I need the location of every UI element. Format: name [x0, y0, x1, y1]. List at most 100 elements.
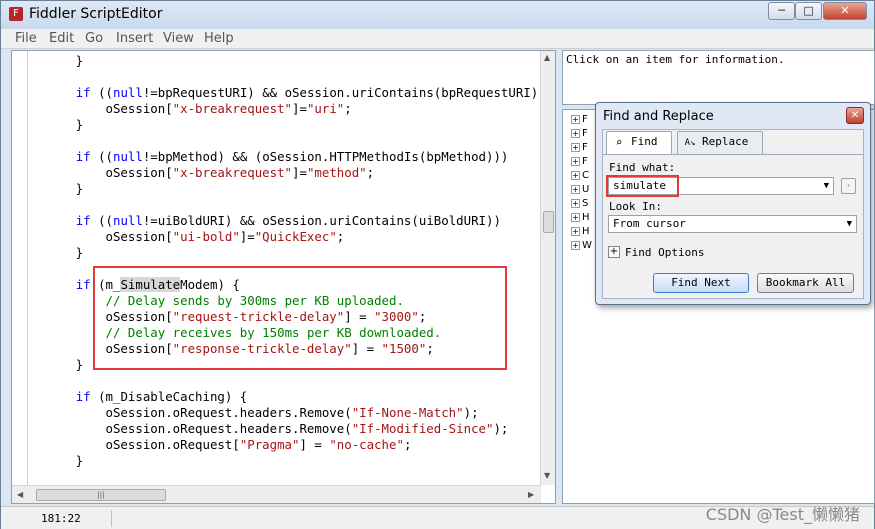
code-token: "uri": [306, 101, 345, 116]
code-line[interactable]: }: [16, 181, 83, 197]
tree-item[interactable]: + F: [571, 156, 588, 168]
scroll-right-icon[interactable]: ▶: [528, 490, 534, 499]
code-editor[interactable]: } if ((null!=bpRequestURI) && oSession.u…: [11, 50, 556, 504]
scroll-up-icon[interactable]: ▲: [544, 53, 550, 62]
tree-item[interactable]: + C: [571, 170, 589, 182]
code-line[interactable]: if ((null!=bpMethod) && (oSession.HTTPMe…: [16, 149, 509, 165]
code-token: oSession.oRequest.headers.Remove(: [16, 421, 352, 436]
fiddler-app-icon: F: [9, 7, 23, 21]
horizontal-scrollbar[interactable]: ◀ ||| ▶: [12, 485, 541, 503]
code-token: null: [113, 85, 143, 100]
code-line[interactable]: }: [16, 117, 83, 133]
expand-icon[interactable]: +: [571, 226, 580, 236]
code-token: oSession.oRequest[: [16, 437, 240, 452]
scroll-down-icon[interactable]: ▼: [544, 471, 550, 480]
expand-icon[interactable]: +: [571, 128, 580, 138]
dialog-close-button[interactable]: ✕: [846, 107, 864, 124]
code-token: ((: [90, 213, 113, 228]
code-line[interactable]: oSession["x-breakrequest"]="method";: [16, 165, 375, 181]
code-token: ((: [90, 149, 113, 164]
vertical-scroll-thumb[interactable]: [543, 211, 554, 233]
code-token: if: [75, 85, 91, 100]
code-token: "Pragma": [239, 437, 300, 452]
tab-replace[interactable]: A↘ Replace: [677, 131, 763, 154]
expand-icon[interactable]: +: [571, 198, 580, 208]
tree-item[interactable]: + H: [571, 226, 590, 238]
code-line[interactable]: oSession.oRequest["Pragma"] = "no-cache"…: [16, 437, 412, 453]
code-line[interactable]: }: [16, 245, 83, 261]
code-token: ;: [336, 229, 345, 244]
dialog-body: ⌕ Find A↘ Replace Find what: simulate ▼ …: [602, 129, 864, 299]
code-token: ;: [366, 165, 375, 180]
vertical-scrollbar[interactable]: ▲ ▼: [540, 51, 555, 485]
code-token: if: [75, 277, 91, 292]
code-line[interactable]: oSession.oRequest.headers.Remove("If-Mod…: [16, 421, 509, 437]
code-token: ]=: [292, 101, 307, 116]
expand-icon[interactable]: +: [571, 212, 580, 222]
dropdown-arrow-icon[interactable]: ▼: [824, 178, 829, 194]
menu-insert[interactable]: Insert: [116, 31, 153, 46]
menu-go[interactable]: Go: [85, 31, 103, 46]
code-line[interactable]: if (m_DisableCaching) {: [16, 389, 248, 405]
code-token: oSession[: [16, 229, 173, 244]
find-options-label[interactable]: Find Options: [625, 246, 704, 259]
find-what-label: Find what:: [609, 161, 676, 174]
expand-icon[interactable]: +: [571, 156, 580, 166]
expand-icon[interactable]: +: [571, 170, 580, 180]
tree-item[interactable]: + F: [571, 128, 588, 140]
code-token: "x-breakrequest": [172, 165, 293, 180]
code-line[interactable]: if ((null!=uiBoldURI) && oSession.uriCon…: [16, 213, 501, 229]
menu-view[interactable]: View: [163, 31, 194, 46]
tree-item[interactable]: + U: [571, 184, 589, 196]
code-token: ]=: [239, 229, 255, 244]
code-line[interactable]: oSession["ui-bold"]="QuickExec";: [16, 229, 345, 245]
find-next-button[interactable]: Find Next: [653, 273, 749, 293]
bookmark-all-button[interactable]: Bookmark All: [757, 273, 854, 293]
menu-edit[interactable]: Edit: [49, 31, 74, 46]
minimize-button[interactable]: ─: [768, 2, 795, 20]
menu-file[interactable]: File: [15, 31, 37, 46]
code-token: !=bpMethod) && (oSession.HTTPMethodIs(bp…: [142, 149, 509, 164]
expand-icon[interactable]: +: [571, 114, 580, 124]
code-line[interactable]: }: [16, 53, 83, 69]
info-panel: Click on an item for information.: [562, 50, 875, 105]
info-text: Click on an item for information.: [566, 53, 785, 66]
dropdown-arrow-icon[interactable]: ▼: [847, 216, 852, 232]
look-in-value: From cursor: [613, 217, 686, 230]
code-line[interactable]: }: [16, 357, 83, 373]
scroll-left-icon[interactable]: ◀: [17, 490, 23, 499]
find-options-expand-icon[interactable]: +: [608, 246, 620, 258]
maximize-button[interactable]: □: [795, 2, 822, 20]
expand-icon[interactable]: +: [571, 184, 580, 194]
code-line[interactable]: oSession["x-breakrequest"]="uri";: [16, 101, 352, 117]
tree-item[interactable]: + F: [571, 114, 588, 126]
code-token: );: [493, 421, 509, 436]
replace-icon: A↘: [684, 138, 696, 148]
tree-item[interactable]: + W: [571, 240, 592, 252]
code-token: null: [113, 213, 143, 228]
code-line[interactable]: }: [16, 453, 83, 469]
tab-find[interactable]: ⌕ Find: [606, 131, 672, 154]
code-token: ;: [344, 101, 352, 116]
close-button[interactable]: ✕: [823, 2, 867, 20]
code-token: "ui-bold": [172, 229, 240, 244]
code-line[interactable]: if ((null!=bpRequestURI) && oSession.uri…: [16, 85, 542, 101]
window-title: Fiddler ScriptEditor: [29, 6, 163, 22]
code-token: !=uiBoldURI) && oSession.uriContains(uiB…: [142, 213, 501, 228]
expand-icon[interactable]: +: [571, 142, 580, 152]
code-line[interactable]: oSession.oRequest.headers.Remove("If-Non…: [16, 405, 479, 421]
code-token: "method": [306, 165, 367, 180]
expand-icon[interactable]: +: [571, 240, 580, 250]
look-in-select[interactable]: From cursor ▼: [608, 215, 857, 233]
expression-builder-button[interactable]: ›: [841, 178, 856, 194]
horizontal-scroll-thumb[interactable]: |||: [36, 489, 166, 501]
code-token: "QuickExec": [254, 229, 337, 244]
tree-item[interactable]: + S: [571, 198, 588, 210]
menu-help[interactable]: Help: [204, 31, 234, 46]
tree-item[interactable]: + H: [571, 212, 590, 224]
tree-item[interactable]: + F: [571, 142, 588, 154]
code-token: ((: [90, 85, 113, 100]
